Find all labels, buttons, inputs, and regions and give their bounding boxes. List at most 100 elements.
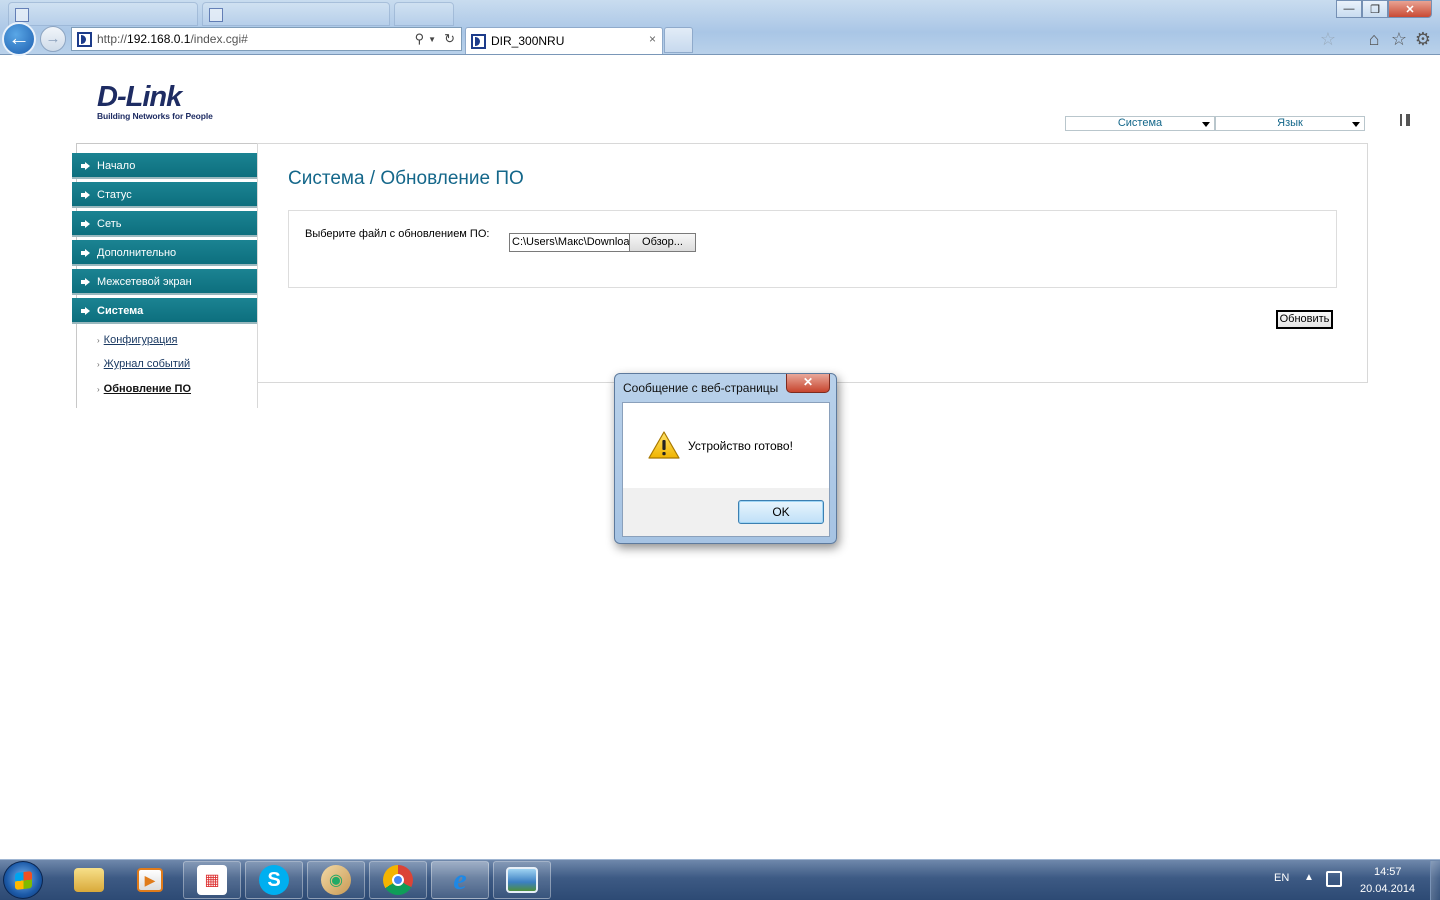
clock-time[interactable]: 14:57	[1374, 866, 1402, 878]
file-label: Выберите файл с обновлением ПО:	[305, 228, 490, 240]
sidebar-item-advanced[interactable]: Дополнительно	[72, 240, 257, 266]
subitem-link[interactable]: Конфигурация	[104, 334, 178, 346]
pin-icon[interactable]	[1400, 114, 1410, 126]
sidebar-item-label: Система	[97, 305, 144, 317]
arrow-right-icon	[81, 249, 90, 257]
update-button[interactable]: Обновить	[1276, 310, 1333, 329]
app-grid-icon: ▦	[197, 865, 227, 895]
arrow-right-icon	[81, 220, 90, 228]
chevron-down-icon	[1352, 122, 1360, 127]
arrow-right-icon	[81, 307, 90, 315]
ie-icon: e	[453, 863, 467, 896]
dialog-close-button[interactable]: ✕	[786, 374, 830, 393]
alert-dialog: Сообщение с веб-страницы ✕ Устройство го…	[614, 373, 837, 544]
url-host: 192.168.0.1	[127, 32, 191, 46]
media-player-icon: ▶	[137, 868, 163, 892]
sidebar-item-firewall[interactable]: Межсетевой экран	[72, 269, 257, 295]
subitem-configuration[interactable]: › Конфигурация	[97, 334, 178, 346]
gear-icon[interactable]: ⚙	[1413, 29, 1433, 49]
language-indicator[interactable]: EN	[1274, 872, 1289, 884]
browse-button[interactable]: Обзор...	[629, 233, 696, 252]
new-tab-button[interactable]	[664, 27, 693, 53]
dropdown-icon[interactable]: ▼	[428, 35, 436, 44]
dlink-favicon-icon	[77, 31, 92, 47]
sidebar-item-status[interactable]: Статус	[72, 182, 257, 208]
skype-icon: S	[259, 865, 289, 895]
system-select[interactable]: Система	[1065, 116, 1215, 131]
minimize-button[interactable]: —	[1336, 0, 1362, 18]
sidebar-item-start[interactable]: Начало	[72, 153, 257, 179]
dialog-body: Устройство готово! OK	[622, 402, 830, 537]
taskbar-paint[interactable]: ◉	[307, 861, 365, 899]
logo-tagline: Building Networks for People	[97, 111, 213, 121]
sidebar-item-system[interactable]: Система	[72, 298, 257, 324]
subitem-link[interactable]: Обновление ПО	[104, 383, 191, 395]
warning-icon	[648, 431, 680, 459]
tab-active[interactable]: DIR_300NRU ×	[465, 27, 663, 54]
arrow-right-icon	[81, 278, 90, 286]
start-button[interactable]	[3, 861, 43, 899]
refresh-icon[interactable]: ↻	[444, 31, 455, 47]
dialog-message: Устройство готово!	[688, 439, 793, 453]
subitem-link[interactable]: Журнал событий	[104, 358, 190, 370]
bullet-icon: ›	[97, 336, 100, 345]
url-prefix: http://	[97, 32, 128, 46]
window-close-button[interactable]: ✕	[1388, 0, 1432, 18]
taskbar-photo-viewer[interactable]	[493, 861, 551, 899]
background-tab-3[interactable]	[394, 2, 454, 26]
tab-title: DIR_300NRU	[491, 34, 565, 48]
back-button[interactable]: ←	[2, 22, 36, 56]
subitem-firmware-update[interactable]: › Обновление ПО	[97, 383, 191, 395]
sidebar-item-label: Дополнительно	[97, 247, 177, 259]
bullet-icon: ›	[97, 385, 100, 394]
upload-form-box	[288, 210, 1337, 288]
back-arrow-icon: ←	[8, 25, 30, 50]
tray-expand-icon[interactable]: ▲	[1304, 872, 1314, 883]
photo-viewer-icon	[506, 867, 538, 893]
search-icon[interactable]: ⚲	[415, 31, 425, 47]
sidebar-item-label: Начало	[97, 160, 136, 172]
chrome-icon	[383, 865, 413, 895]
clock-date[interactable]: 20.04.2014	[1360, 883, 1415, 895]
ok-button[interactable]: OK	[738, 500, 824, 524]
language-select[interactable]: Язык	[1215, 116, 1365, 131]
dlink-favicon-icon	[471, 33, 486, 49]
favorites-star-icon[interactable]: ☆	[1389, 29, 1409, 49]
tab-close-icon[interactable]: ×	[649, 32, 656, 46]
chevron-down-icon	[1202, 122, 1210, 127]
arrow-right-icon	[81, 162, 90, 170]
home-icon[interactable]: ⌂	[1364, 29, 1384, 49]
address-url[interactable]: http://192.168.0.1/index.cgi#	[97, 32, 248, 46]
sidebar-item-label: Межсетевой экран	[97, 276, 192, 288]
show-desktop-button[interactable]	[1430, 861, 1440, 900]
taskbar-explorer[interactable]	[60, 861, 118, 899]
taskbar-skype[interactable]: S	[245, 861, 303, 899]
bullet-icon: ›	[97, 360, 100, 369]
background-tab-1[interactable]	[8, 2, 198, 26]
forward-arrow-icon: →	[45, 30, 61, 47]
taskbar-media-player[interactable]: ▶	[121, 861, 179, 899]
taskbar-chrome[interactable]	[369, 861, 427, 899]
arrow-right-icon	[81, 191, 90, 199]
background-tab-2[interactable]	[202, 2, 390, 26]
folder-icon	[74, 868, 104, 892]
language-select-value: Язык	[1277, 117, 1303, 129]
file-path-input[interactable]: C:\Users\Макс\Downloa	[509, 233, 629, 252]
logo-word: D-Link	[97, 81, 182, 113]
sidebar-item-network[interactable]: Сеть	[72, 211, 257, 237]
address-bar[interactable]: http://192.168.0.1/index.cgi# ⚲ ▼ ↻	[71, 27, 462, 51]
taskbar-app-grid[interactable]: ▦	[183, 861, 241, 899]
url-path: /index.cgi#	[190, 32, 248, 46]
network-icon[interactable]	[1326, 871, 1342, 887]
palette-icon: ◉	[321, 865, 351, 895]
dialog-title: Сообщение с веб-страницы	[623, 381, 779, 395]
taskbar-internet-explorer[interactable]: e	[431, 861, 489, 899]
restore-button[interactable]: ❐	[1362, 0, 1388, 18]
sidebar-item-label: Статус	[97, 189, 132, 201]
subitem-event-log[interactable]: › Журнал событий	[97, 358, 190, 370]
dlink-logo: D-Link Building Networks for People	[97, 82, 213, 121]
page-title: Система / Обновление ПО	[288, 168, 524, 189]
forward-button[interactable]: →	[40, 26, 66, 52]
favorites-center-icon[interactable]: ☆	[1318, 29, 1338, 49]
system-select-value: Система	[1117, 117, 1163, 129]
